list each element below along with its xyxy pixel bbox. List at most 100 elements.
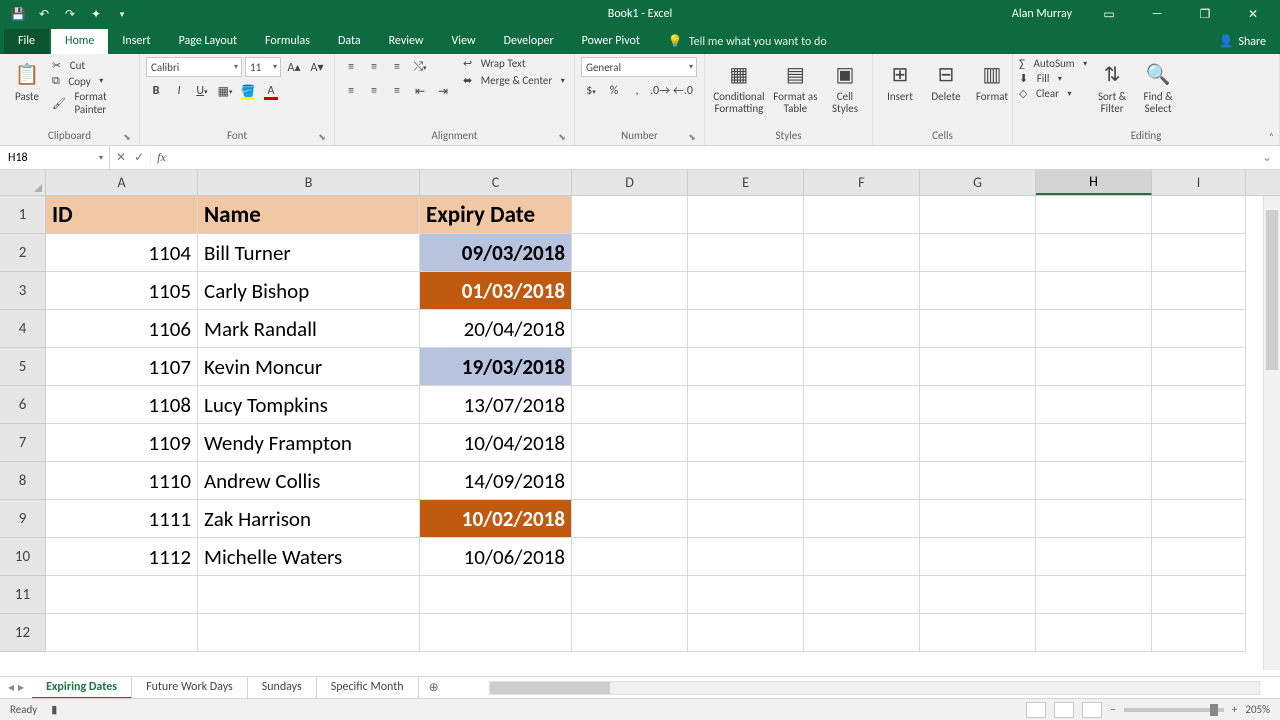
align-right-icon[interactable]: ≡ (387, 81, 407, 101)
cell-I5[interactable] (1152, 348, 1246, 386)
decrease-font-icon[interactable]: A▾ (307, 57, 327, 77)
cell-H10[interactable] (1036, 538, 1152, 576)
wrap-text-button[interactable]: ↩ Wrap Text (463, 57, 565, 70)
cell-F2[interactable] (804, 234, 920, 272)
cell-I6[interactable] (1152, 386, 1246, 424)
find-select-button[interactable]: 🔍Find & Select (1137, 57, 1179, 117)
cell-A12[interactable] (46, 614, 198, 652)
cell-H7[interactable] (1036, 424, 1152, 462)
cell-A7[interactable]: 1109 (46, 424, 198, 462)
macro-record-icon[interactable]: ▮ (51, 703, 57, 716)
cell-I8[interactable] (1152, 462, 1246, 500)
cancel-formula-icon[interactable]: ✕ (116, 150, 126, 165)
copy-button[interactable]: ⧉ Copy ▾ (52, 74, 133, 88)
column-header-F[interactable]: F (804, 170, 920, 195)
row-header-9[interactable]: 9 (0, 500, 46, 538)
percent-format-icon[interactable]: % (604, 81, 624, 101)
column-header-A[interactable]: A (46, 170, 198, 195)
cell-C1[interactable]: Expiry Date (420, 196, 572, 234)
sheet-tab-future-work-days[interactable]: Future Work Days (132, 677, 248, 699)
column-header-B[interactable]: B (198, 170, 420, 195)
font-color-button[interactable]: A (261, 81, 281, 101)
cell-E4[interactable] (688, 310, 804, 348)
increase-decimal-icon[interactable]: .0→ (650, 81, 670, 101)
row-header-11[interactable]: 11 (0, 576, 46, 614)
cell-I3[interactable] (1152, 272, 1246, 310)
cell-D1[interactable] (572, 196, 688, 234)
column-header-E[interactable]: E (688, 170, 804, 195)
cell-A6[interactable]: 1108 (46, 386, 198, 424)
insert-cells-button[interactable]: ⊞Insert (879, 57, 921, 105)
scroll-thumb[interactable] (490, 682, 610, 694)
expand-formula-bar-icon[interactable]: ⌄ (1254, 150, 1280, 165)
font-name-combo[interactable]: Calibri (146, 57, 242, 77)
cell-D6[interactable] (572, 386, 688, 424)
row-header-1[interactable]: 1 (0, 196, 46, 234)
cell-D8[interactable] (572, 462, 688, 500)
touch-mode-icon[interactable]: ✦ (84, 3, 108, 25)
cell-H4[interactable] (1036, 310, 1152, 348)
cell-G10[interactable] (920, 538, 1036, 576)
cell-E2[interactable] (688, 234, 804, 272)
cell-E3[interactable] (688, 272, 804, 310)
cell-E11[interactable] (688, 576, 804, 614)
cell-B1[interactable]: Name (198, 196, 420, 234)
cell-E9[interactable] (688, 500, 804, 538)
tab-insert[interactable]: Insert (108, 29, 164, 54)
delete-cells-button[interactable]: ⊟Delete (925, 57, 967, 105)
cell-B6[interactable]: Lucy Tompkins (198, 386, 420, 424)
zoom-in-icon[interactable]: + (1232, 703, 1237, 716)
cell-I1[interactable] (1152, 196, 1246, 234)
format-painter-button[interactable]: 🖌 Format Painter (52, 90, 133, 116)
cell-B12[interactable] (198, 614, 420, 652)
row-header-2[interactable]: 2 (0, 234, 46, 272)
format-as-table-button[interactable]: ▤Format as Table (771, 57, 820, 117)
cell-H6[interactable] (1036, 386, 1152, 424)
column-header-H[interactable]: H (1036, 170, 1152, 195)
cell-D9[interactable] (572, 500, 688, 538)
new-sheet-button[interactable]: ⊕ (419, 680, 449, 695)
qat-customize-icon[interactable]: ▾ (110, 3, 134, 25)
cell-A1[interactable]: ID (46, 196, 198, 234)
tab-data[interactable]: Data (324, 29, 375, 54)
dialog-launcher-icon[interactable]: ⬊ (121, 132, 133, 143)
cell-C8[interactable]: 14/09/2018 (420, 462, 572, 500)
tab-file[interactable]: File (4, 29, 49, 54)
sheet-nav-prev-icon[interactable]: ◂ (8, 680, 14, 695)
cell-I11[interactable] (1152, 576, 1246, 614)
align-bottom-icon[interactable]: ≡ (387, 57, 407, 77)
cell-G8[interactable] (920, 462, 1036, 500)
cell-I9[interactable] (1152, 500, 1246, 538)
underline-button[interactable]: U▾ (192, 81, 212, 101)
cell-H3[interactable] (1036, 272, 1152, 310)
cell-A5[interactable]: 1107 (46, 348, 198, 386)
tab-developer[interactable]: Developer (490, 29, 568, 54)
cell-I7[interactable] (1152, 424, 1246, 462)
paste-button[interactable]: 📋 Paste (6, 57, 48, 105)
align-top-icon[interactable]: ≡ (341, 57, 361, 77)
row-header-4[interactable]: 4 (0, 310, 46, 348)
row-header-7[interactable]: 7 (0, 424, 46, 462)
cell-G1[interactable] (920, 196, 1036, 234)
row-header-8[interactable]: 8 (0, 462, 46, 500)
cell-E5[interactable] (688, 348, 804, 386)
cell-B2[interactable]: Bill Turner (198, 234, 420, 272)
dialog-launcher-icon[interactable]: ⬊ (556, 132, 568, 143)
cell-B10[interactable]: Michelle Waters (198, 538, 420, 576)
row-header-10[interactable]: 10 (0, 538, 46, 576)
cell-H12[interactable] (1036, 614, 1152, 652)
dialog-launcher-icon[interactable]: ⬊ (686, 132, 698, 143)
column-header-C[interactable]: C (420, 170, 572, 195)
column-header-D[interactable]: D (572, 170, 688, 195)
cell-C3[interactable]: 01/03/2018 (420, 272, 572, 310)
cell-B11[interactable] (198, 576, 420, 614)
accounting-format-icon[interactable]: $▾ (581, 81, 601, 101)
align-left-icon[interactable]: ≡ (341, 81, 361, 101)
cell-F11[interactable] (804, 576, 920, 614)
cell-E12[interactable] (688, 614, 804, 652)
number-format-combo[interactable]: General (581, 57, 697, 77)
row-header-3[interactable]: 3 (0, 272, 46, 310)
clear-button[interactable]: ◇ Clear ▾ (1019, 87, 1087, 100)
page-break-view-icon[interactable] (1082, 702, 1102, 718)
cell-I4[interactable] (1152, 310, 1246, 348)
